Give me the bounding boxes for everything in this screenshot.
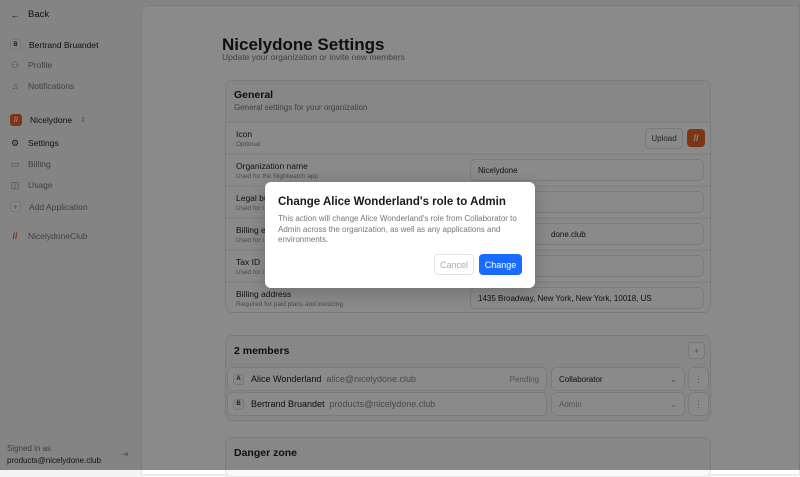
dialog-body: This action will change Alice Wonderland… xyxy=(278,214,517,245)
change-role-dialog: Change Alice Wonderland's role to Admin … xyxy=(265,182,535,288)
change-button[interactable]: Change xyxy=(479,254,522,275)
dialog-title: Change Alice Wonderland's role to Admin xyxy=(278,196,506,208)
cancel-button[interactable]: Cancel xyxy=(434,254,474,275)
